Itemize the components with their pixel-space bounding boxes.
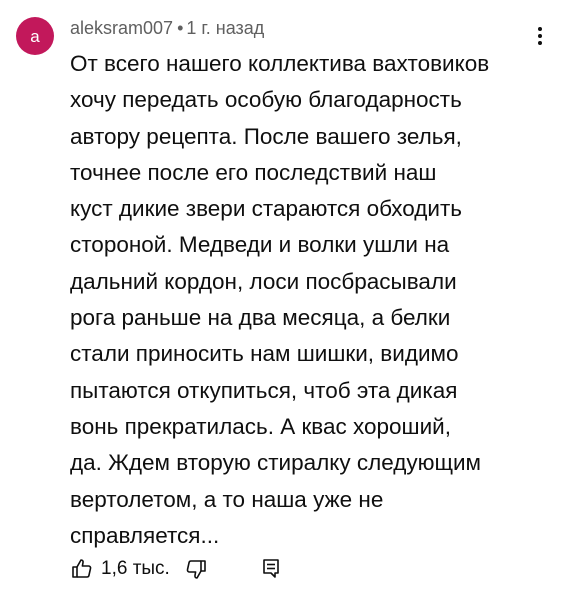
- comment-text-line: да. Ждем вторую стиралку следующим: [70, 450, 482, 476]
- comment-text-line: автору рецепта. После вашего зелья,: [70, 123, 462, 149]
- like-count: 1,6 тыс.: [101, 558, 170, 579]
- more-vertical-icon: [538, 27, 542, 45]
- thumbs-down-icon: [186, 560, 206, 579]
- comment-actions: 1,6 тыс.: [70, 555, 282, 583]
- comment-text-line: рога раньше на два месяца, а белки: [70, 305, 451, 331]
- comment-text-line: стали приносить нам шишки, видимо: [70, 341, 459, 367]
- like-button[interactable]: [70, 557, 94, 581]
- comment-text-line: пытаются откупиться, чтоб эта дикая: [70, 377, 458, 403]
- comment-text: От всего нашего коллектива вахтовиков хо…: [70, 46, 550, 554]
- comment-text-line: хочу передать особую благодарность: [70, 87, 462, 113]
- comment-text-line: дальний кордон, лоси посбрасывали: [70, 268, 457, 294]
- comment-text-line: От всего нашего коллектива вахтовиков: [70, 51, 490, 76]
- comment-text-line: стороной. Медведи и волки ушли на: [70, 232, 450, 258]
- comment-text-line: вонь прекратилась. А квас хороший,: [70, 413, 451, 439]
- comment-text-line: точнее после его последствий наш: [70, 159, 437, 185]
- dislike-button[interactable]: [184, 557, 208, 581]
- thumbs-up-icon: [72, 559, 92, 578]
- comment: a aleksram007 • 1 г. назад От всего нашего…: [0, 0, 575, 600]
- reply-button[interactable]: [260, 557, 282, 581]
- comment-text-line: куст дикие звери стараются обходить: [70, 196, 462, 222]
- comment-time[interactable]: 1 г. назад: [186, 18, 264, 38]
- comment-text-line: справляется...: [70, 522, 220, 548]
- comment-text-line: вертолетом, а то наша уже не: [70, 486, 384, 512]
- meta-separator: •: [177, 18, 184, 38]
- author-name[interactable]: aleksram007: [70, 18, 173, 38]
- avatar-letter: a: [30, 26, 40, 46]
- reply-comment-icon: [263, 559, 279, 578]
- comment-meta: aleksram007 • 1 г. назад: [70, 16, 264, 40]
- avatar[interactable]: a: [16, 17, 54, 55]
